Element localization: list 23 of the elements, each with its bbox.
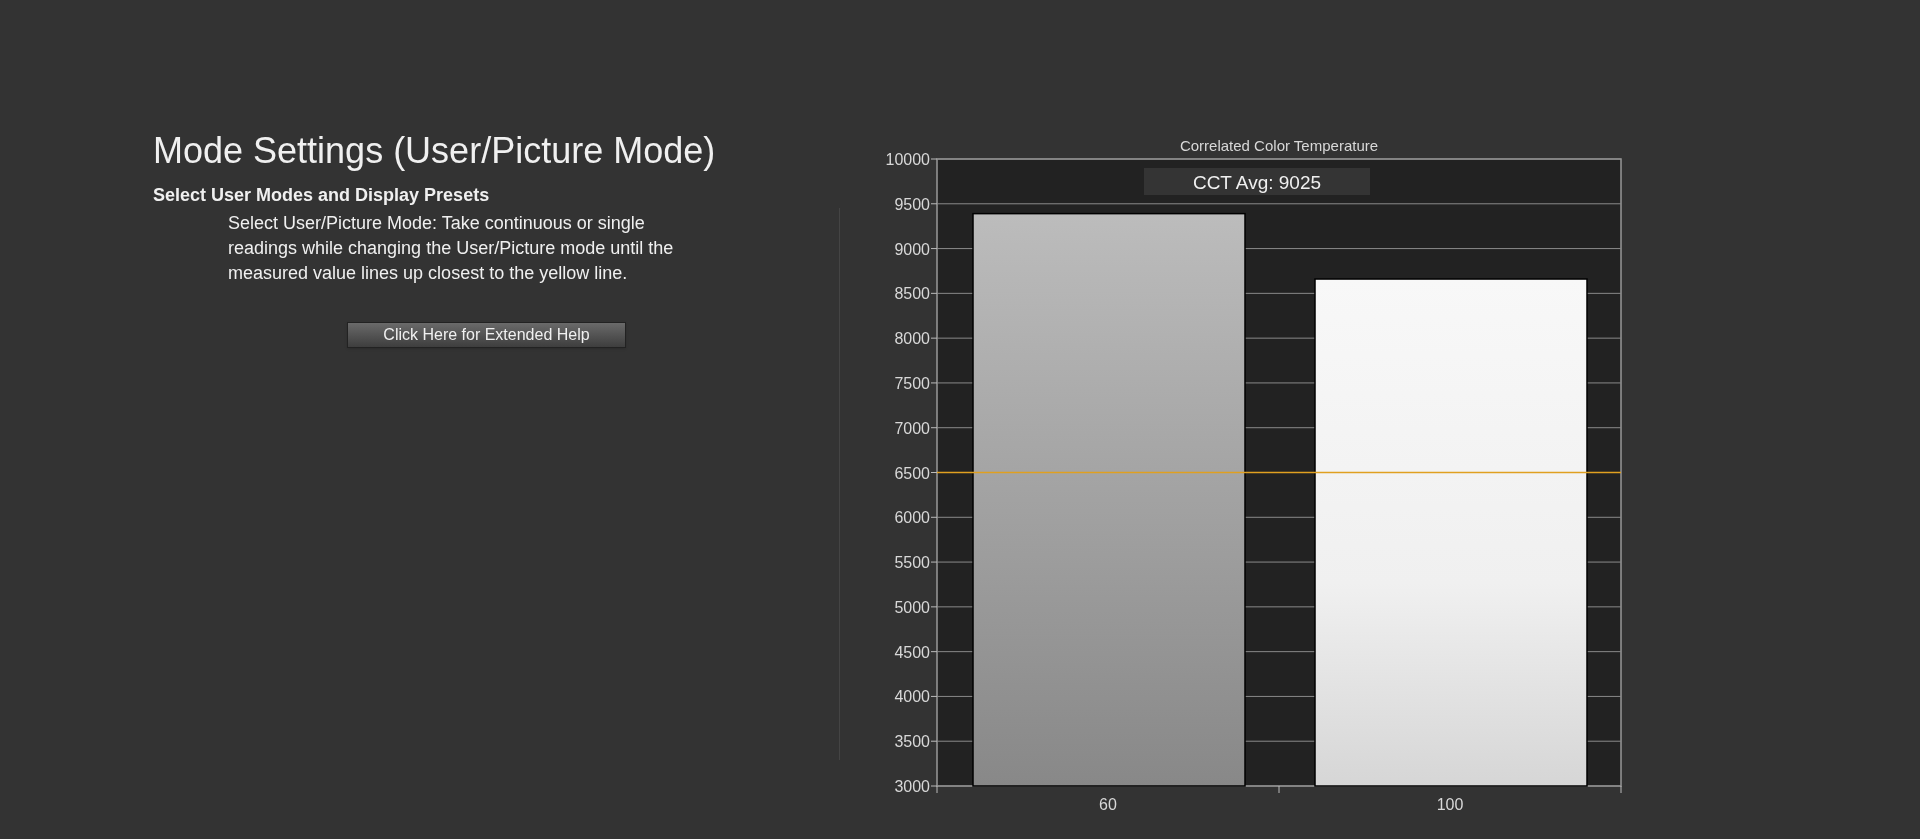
- extended-help-button[interactable]: Click Here for Extended Help: [347, 322, 626, 348]
- y-axis-label: 9000: [894, 240, 930, 258]
- y-axis-label: 7000: [894, 419, 930, 437]
- y-axis-label: 3500: [894, 733, 930, 751]
- y-axis-label: 4500: [894, 643, 930, 661]
- page-title: Mode Settings (User/Picture Mode): [153, 129, 716, 173]
- y-axis-label: 8000: [894, 330, 930, 348]
- x-axis-label: 60: [1099, 796, 1117, 813]
- y-axis-label: 4000: [894, 688, 930, 706]
- x-axis-label: 100: [1436, 796, 1464, 813]
- section-heading: Select User Modes and Display Presets: [153, 184, 490, 207]
- y-axis-label: 6500: [894, 464, 930, 482]
- y-axis-label: 6000: [894, 509, 930, 527]
- average-label: CCT Avg: 9025: [1192, 172, 1322, 193]
- instructions-text: Select User/Picture Mode: Take continuous or single readings while changing the User/Picture mode until the measured value lines up closest to the yellow line.: [228, 212, 675, 285]
- y-axis-label: 7500: [894, 374, 930, 392]
- y-axis-label: 5500: [894, 554, 930, 572]
- y-axis-label: 3000: [894, 778, 930, 795]
- y-axis-label: 9500: [894, 195, 930, 213]
- chart-title: Correlated Color Temperature: [1179, 137, 1379, 154]
- y-axis-label: 10000: [885, 151, 930, 168]
- y-axis-label: 5000: [894, 598, 930, 616]
- y-axis-label: 8500: [894, 285, 930, 303]
